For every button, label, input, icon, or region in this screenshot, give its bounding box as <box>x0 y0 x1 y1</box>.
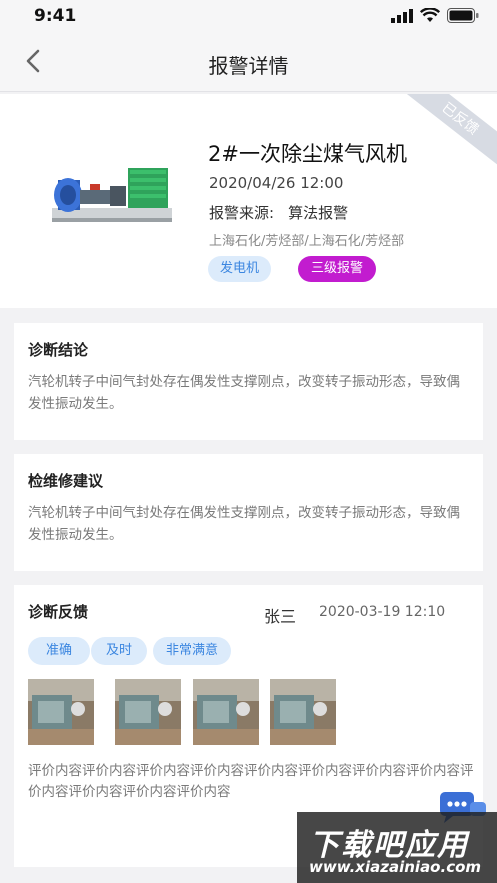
alarm-source-value: 算法报警 <box>288 204 349 222</box>
feedback-photo[interactable] <box>193 679 259 745</box>
nav-bar: 报警详情 <box>0 32 497 92</box>
feedback-chip: 及时 <box>91 637 147 665</box>
signal-icon <box>391 8 413 23</box>
alarm-time: 2020/04/26 12:00 <box>209 174 344 192</box>
status-time: 9:41 <box>34 6 77 26</box>
alarm-source-label: 报警来源: <box>209 204 275 222</box>
diagnosis-card: 诊断结论 汽轮机转子中间气封处存在偶发性支撑刚点，改变转子振动形态，导致偶发性振… <box>14 323 483 440</box>
machine-photo-image <box>115 679 181 745</box>
feedback-comment: 评价内容评价内容评价内容评价内容评价内容评价内容评价内容评价内容评价内容评价内容… <box>28 763 474 800</box>
page-title: 报警详情 <box>208 54 289 78</box>
machine-photo-image <box>270 679 336 745</box>
status-icons <box>391 8 479 23</box>
feedback-user: 张三 <box>264 607 297 626</box>
alarm-source-row: 报警来源: 算法报警 <box>209 202 348 223</box>
feedback-photo[interactable] <box>115 679 181 745</box>
diagnosis-text: 汽轮机转子中间气封处存在偶发性支撑刚点，改变转子振动形态，导致偶发性振动发生。 <box>28 374 460 412</box>
machine-photo-image <box>28 679 94 745</box>
equipment-image <box>52 168 172 222</box>
location-path: 上海石化/芳烃部/上海石化/芳烃部 <box>209 234 405 249</box>
feedback-chip: 非常满意 <box>153 637 231 665</box>
watermark-url: www.xiazainiao.com <box>309 858 482 876</box>
maintenance-text: 汽轮机转子中间气封处存在偶发性支撑刚点，改变转子振动形态，导致偶发性振动发生。 <box>28 505 460 543</box>
alarm-header-card: 已反馈 2#一次除尘煤气风机 2020/04/26 12:00 报警来源: 算法报… <box>0 94 497 308</box>
maintenance-card: 检维修建议 汽轮机转子中间气封处存在偶发性支撑刚点，改变转子振动形态，导致偶发性… <box>14 454 483 571</box>
diagnosis-title: 诊断结论 <box>28 341 89 359</box>
alarm-level-tag: 三级报警 <box>298 256 376 282</box>
equipment-type-tag: 发电机 <box>208 256 271 282</box>
feedback-photo[interactable] <box>28 679 94 745</box>
feedback-time: 2020-03-19 12:10 <box>319 604 446 620</box>
feedback-chip: 准确 <box>28 637 90 665</box>
wifi-icon <box>420 8 440 22</box>
watermark: 下载吧应用 www.xiazainiao.com <box>297 812 497 883</box>
maintenance-title: 检维修建议 <box>28 472 104 490</box>
machine-photo-image <box>193 679 259 745</box>
equipment-name: 2#一次除尘煤气风机 <box>208 142 407 166</box>
battery-icon <box>447 8 479 23</box>
feedback-title: 诊断反馈 <box>28 603 89 621</box>
feedback-photo[interactable] <box>270 679 336 745</box>
status-bar: 9:41 <box>0 0 497 32</box>
feedback-status-ribbon: 已反馈 <box>392 94 497 176</box>
